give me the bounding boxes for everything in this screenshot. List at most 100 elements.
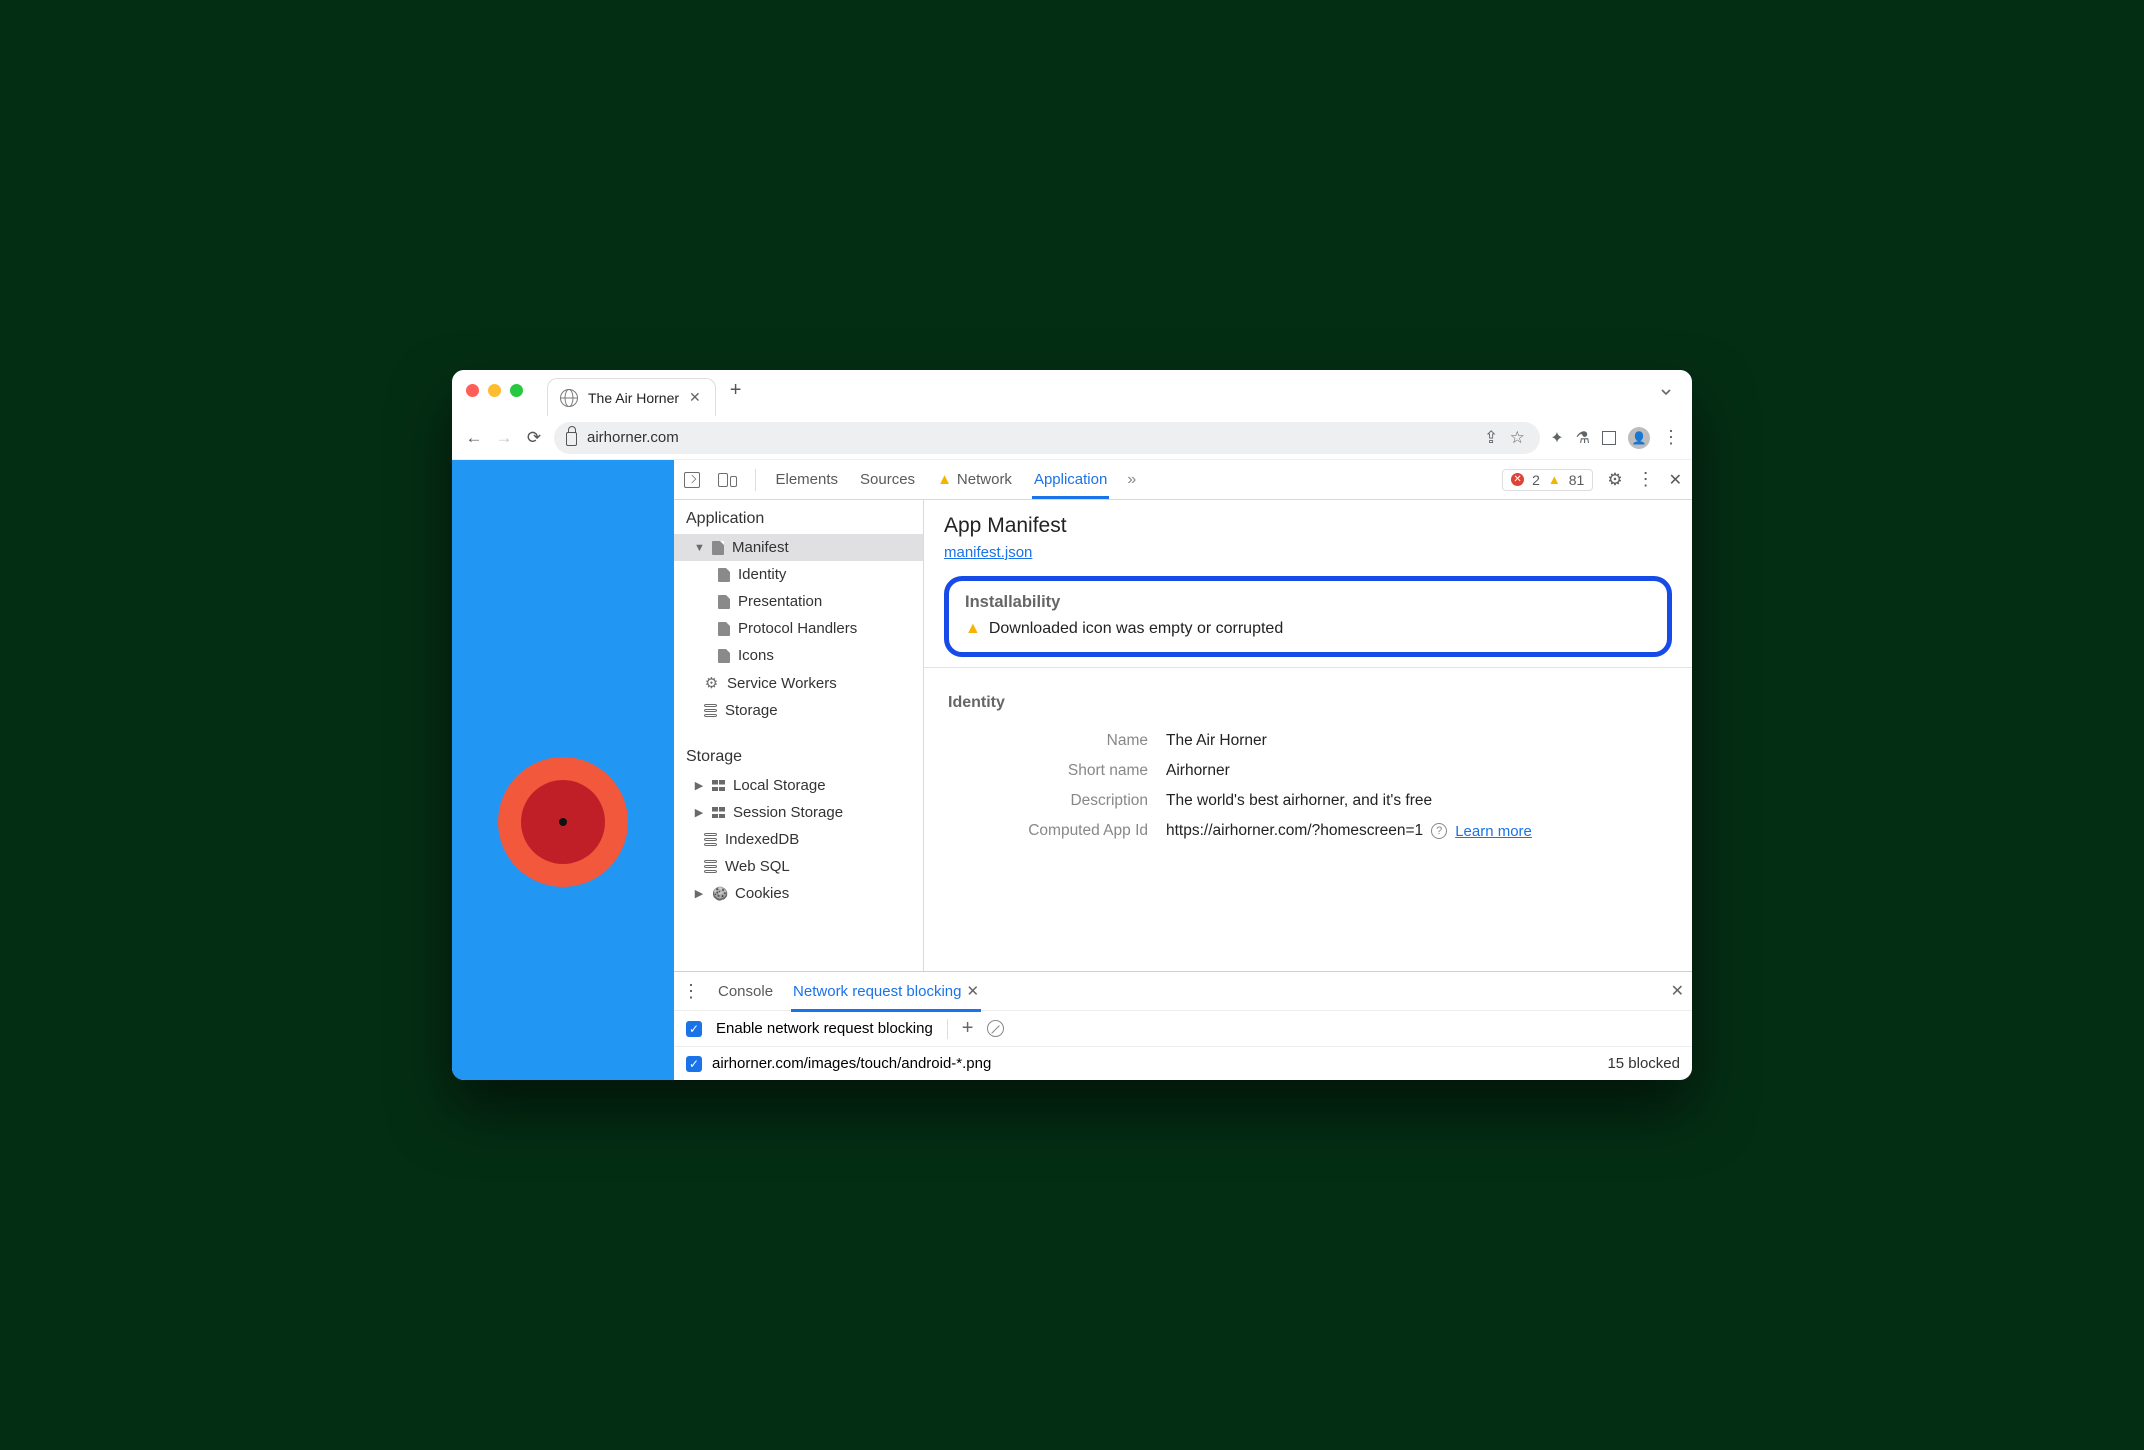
globe-icon <box>560 389 578 407</box>
sidebar-heading-storage: Storage <box>674 738 923 772</box>
share-icon[interactable]: ⇪ <box>1480 428 1502 448</box>
inspect-icon[interactable] <box>684 472 700 488</box>
row-name: Name The Air Horner <box>944 726 1672 756</box>
labs-icon[interactable] <box>1576 428 1590 448</box>
sidebar-heading-application: Application <box>674 500 923 534</box>
more-tabs-icon[interactable]: » <box>1127 471 1136 489</box>
row-description: Description The world's best airhorner, … <box>944 786 1672 816</box>
sidebar-item-cookies[interactable]: ▶Cookies <box>674 880 923 907</box>
tab-elements[interactable]: Elements <box>774 461 841 498</box>
application-sidebar: Application ▼ Manifest Identity Presenta… <box>674 500 924 971</box>
cookie-icon <box>712 885 727 902</box>
close-window-icon[interactable] <box>466 384 479 397</box>
sidebar-item-storage[interactable]: Storage <box>674 697 923 724</box>
airhorn-button[interactable] <box>498 757 628 887</box>
blocked-count: 15 blocked <box>1607 1055 1680 1072</box>
tab-title: The Air Horner <box>588 390 679 406</box>
sidebar-item-indexeddb[interactable]: IndexedDB <box>674 826 923 853</box>
sidebar-item-protocol-handlers[interactable]: Protocol Handlers <box>718 615 923 642</box>
manifest-link[interactable]: manifest.json <box>944 544 1032 561</box>
file-icon <box>718 622 730 636</box>
profile-icon[interactable]: 👤 <box>1628 427 1650 449</box>
grid-icon <box>712 780 725 791</box>
new-tab-button[interactable]: + <box>730 379 742 402</box>
url-bar: ← → ⟳ airhorner.com ⇪ ☆ 👤 <box>452 416 1692 460</box>
installability-message: Downloaded icon was empty or corrupted <box>989 620 1283 638</box>
clear-patterns-icon[interactable] <box>987 1020 1004 1037</box>
devtools-menu-icon[interactable] <box>1637 469 1655 490</box>
pattern-checkbox[interactable]: ✓ <box>686 1056 702 1072</box>
divider <box>924 667 1692 668</box>
zoom-window-icon[interactable] <box>510 384 523 397</box>
titlebar: The Air Horner ✕ + <box>452 370 1692 416</box>
sidebar-item-presentation[interactable]: Presentation <box>718 588 923 615</box>
installability-heading: Installability <box>965 593 1651 612</box>
chevron-right-icon: ▶ <box>694 887 704 900</box>
bookmark-icon[interactable]: ☆ <box>1506 428 1528 448</box>
nrb-toolbar: ✓ Enable network request blocking + <box>674 1010 1692 1047</box>
issues-badge[interactable]: ✕ 2 ▲ 81 <box>1502 469 1593 491</box>
traffic-lights <box>466 384 523 397</box>
error-icon: ✕ <box>1511 473 1524 486</box>
grid-icon <box>712 807 725 818</box>
learn-more-link[interactable]: Learn more <box>1455 823 1532 840</box>
close-devtools-icon[interactable]: ✕ <box>1669 470 1682 490</box>
settings-icon[interactable]: ⚙ <box>1607 470 1622 490</box>
airhorn-center <box>559 818 567 826</box>
drawer-tabstrip: Console Network request blocking ✕ ✕ <box>674 972 1692 1010</box>
block-pattern-row[interactable]: ✓ airhorner.com/images/touch/android-*.p… <box>674 1047 1692 1080</box>
manifest-details: App Manifest manifest.json Installabilit… <box>924 500 1692 971</box>
tab-application[interactable]: Application <box>1032 461 1109 498</box>
separator <box>947 1019 948 1039</box>
tab-sources[interactable]: Sources <box>858 461 917 498</box>
airhorn-inner <box>521 780 605 864</box>
chrome-menu-icon[interactable] <box>1662 427 1680 448</box>
sidebar-item-service-workers[interactable]: ⚙Service Workers <box>674 669 923 697</box>
minimize-window-icon[interactable] <box>488 384 501 397</box>
page-content <box>452 460 674 1080</box>
tab-network[interactable]: ▲ Network <box>935 461 1014 498</box>
chevron-down-icon: ▼ <box>694 542 704 554</box>
back-button[interactable]: ← <box>464 428 484 448</box>
url-text: airhorner.com <box>587 429 679 446</box>
enable-blocking-label: Enable network request blocking <box>716 1020 933 1037</box>
devtools-tabstrip: Elements Sources ▲ Network Application »… <box>674 460 1692 500</box>
sidebar-item-icons[interactable]: Icons <box>718 642 923 669</box>
browser-tab[interactable]: The Air Horner ✕ <box>547 378 716 416</box>
sidebar-item-session-storage[interactable]: ▶Session Storage <box>674 799 923 826</box>
drawer-menu-icon[interactable] <box>682 981 700 1002</box>
close-drawer-icon[interactable]: ✕ <box>1671 981 1684 1001</box>
warning-icon: ▲ <box>1548 472 1561 487</box>
separator <box>755 469 756 491</box>
file-icon <box>718 595 730 609</box>
installability-card: Installability ▲ Downloaded icon was emp… <box>944 576 1672 657</box>
sidebar-item-manifest[interactable]: ▼ Manifest <box>674 534 923 561</box>
gear-icon: ⚙ <box>704 674 719 692</box>
file-icon <box>718 568 730 582</box>
devtools: Elements Sources ▲ Network Application »… <box>674 460 1692 1080</box>
row-app-id: Computed App Id https://airhorner.com/?h… <box>944 816 1672 846</box>
sidebar-item-local-storage[interactable]: ▶Local Storage <box>674 772 923 799</box>
database-icon <box>704 704 717 718</box>
sidebar-item-websql[interactable]: Web SQL <box>674 853 923 880</box>
file-icon <box>718 649 730 663</box>
drawer-tab-console[interactable]: Console <box>716 973 775 1010</box>
close-drawer-tab-icon[interactable]: ✕ <box>966 982 979 1000</box>
help-icon[interactable]: ? <box>1431 823 1447 839</box>
chevron-right-icon: ▶ <box>694 779 704 792</box>
database-icon <box>704 860 717 874</box>
device-toggle-icon[interactable] <box>718 473 737 487</box>
lock-icon <box>566 432 577 446</box>
drawer-tab-nrb[interactable]: Network request blocking ✕ <box>791 972 981 1010</box>
enable-blocking-checkbox[interactable]: ✓ <box>686 1021 702 1037</box>
reload-button[interactable]: ⟳ <box>524 428 544 448</box>
tabs-dropdown-icon[interactable] <box>1660 385 1672 403</box>
extensions-icon[interactable] <box>1550 428 1563 448</box>
omnibox[interactable]: airhorner.com ⇪ ☆ <box>554 422 1540 454</box>
forward-button[interactable]: → <box>494 428 514 448</box>
sidebar-item-identity[interactable]: Identity <box>718 561 923 588</box>
sidepanel-icon[interactable] <box>1602 431 1616 445</box>
close-tab-icon[interactable]: ✕ <box>689 389 701 406</box>
identity-heading: Identity <box>948 694 1668 712</box>
add-pattern-button[interactable]: + <box>962 1017 974 1040</box>
